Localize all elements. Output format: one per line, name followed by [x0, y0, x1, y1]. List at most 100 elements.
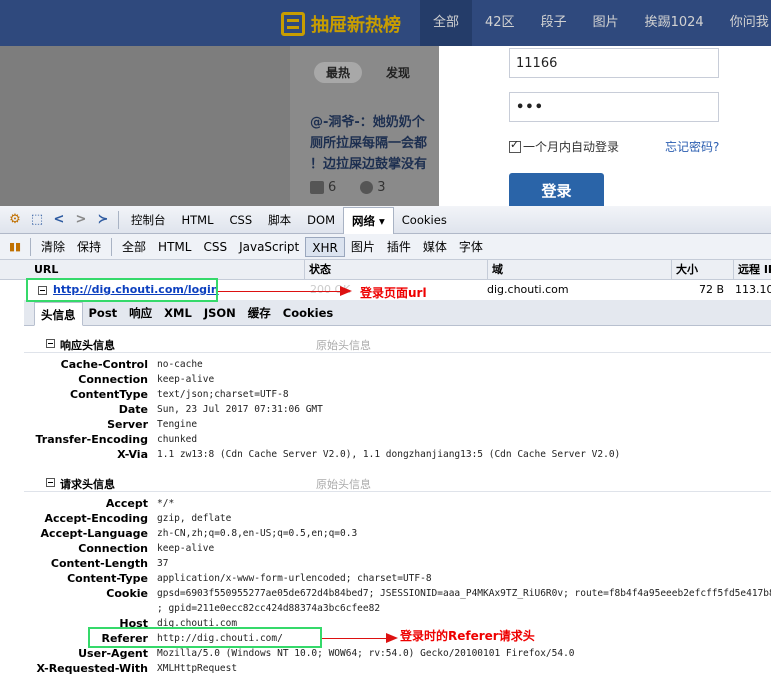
- arrow-head-icon: [340, 286, 352, 296]
- inspect-icon[interactable]: ⬚: [26, 209, 48, 231]
- header-value: Mozilla/5.0 (Windows NT 10.0; WOW64; rv:…: [157, 648, 575, 659]
- firebug-bug-icon[interactable]: ⚙: [4, 209, 26, 231]
- tab-console[interactable]: 控制台: [123, 206, 174, 234]
- detail-tab-cookies[interactable]: Cookies: [277, 301, 339, 325]
- tab-html[interactable]: HTML: [174, 206, 222, 234]
- header-name: User-Agent: [78, 647, 148, 660]
- tab-dom[interactable]: DOM: [299, 206, 343, 234]
- header-row: Cache-Control no-cache: [0, 358, 771, 373]
- col-size[interactable]: 大小: [671, 260, 698, 280]
- header-row: X-Requested-With XMLHttpRequest: [0, 662, 771, 677]
- header-name: X-Requested-With: [36, 662, 148, 675]
- header-row: X-Via 1.1 zw13:8 (Cdn Cache Server V2.0),…: [0, 448, 771, 463]
- request-headers-section[interactable]: 请求头信息 原始头信息: [24, 474, 771, 492]
- filter-media[interactable]: 媒体: [417, 237, 453, 257]
- feed-item-stats: 6 3: [310, 180, 386, 195]
- header-value: gpsd=6903f550955277ae05de672d4b84bed7; J…: [157, 588, 771, 599]
- header-row: Accept-Encoding gzip, deflate: [0, 512, 771, 527]
- collapse-toggle-icon[interactable]: [46, 478, 55, 487]
- filter-css[interactable]: CSS: [197, 237, 233, 257]
- feed-tab-hot[interactable]: 最热: [314, 62, 363, 83]
- header-value: */*: [157, 498, 175, 509]
- xhr-breakpoint-icon[interactable]: ▮▮: [4, 236, 26, 258]
- header-row: Content-Length 37: [0, 557, 771, 572]
- command-line-icon[interactable]: ≻: [92, 209, 114, 231]
- username-input[interactable]: [509, 48, 719, 78]
- filter-plugins[interactable]: 插件: [381, 237, 417, 257]
- filter-html[interactable]: HTML: [152, 237, 197, 257]
- header-name: Accept: [105, 497, 148, 510]
- feed-tab-discover[interactable]: 发现: [374, 62, 422, 83]
- feed-title-line: ！边拉屎边鼓掌没有: [310, 157, 428, 172]
- filter-fonts[interactable]: 字体: [453, 237, 489, 257]
- toolbar-divider: [30, 237, 31, 256]
- col-status[interactable]: 状态: [304, 260, 331, 280]
- remember-me[interactable]: 一个月内自动登录: [509, 138, 619, 155]
- firebug-panel: ⚙ ⬚ < > ≻ 控制台 HTML CSS 脚本 DOM 网络 ▾ Cooki…: [0, 206, 771, 679]
- header-value: XMLHttpRequest: [157, 663, 238, 674]
- header-row: Server Tengine: [0, 418, 771, 433]
- header-row: Date Sun, 23 Jul 2017 07:31:06 GMT: [0, 403, 771, 418]
- remember-checkbox[interactable]: [509, 138, 521, 153]
- persist-button[interactable]: 保持: [71, 237, 107, 257]
- header-value: chunked: [157, 434, 198, 445]
- header-row: ; gpid=211e0ecc82cc424d88374a3bc6cfee82: [0, 602, 771, 617]
- header-name: Content-Length: [50, 557, 148, 570]
- feed-title-line: @-洞爷-：她奶奶个: [310, 115, 425, 130]
- raw-headers-link[interactable]: 原始头信息: [316, 476, 371, 492]
- col-remote-ip[interactable]: 远程 IP: [733, 260, 771, 280]
- header-name: Transfer-Encoding: [35, 433, 148, 446]
- back-icon[interactable]: <: [48, 209, 70, 231]
- header-value: no-cache: [157, 359, 203, 370]
- forgot-password-link[interactable]: 忘记密码?: [665, 138, 719, 155]
- header-row: Content-Type application/x-www-form-urlen…: [0, 572, 771, 587]
- detail-tab-headers[interactable]: 头信息: [34, 302, 83, 326]
- request-ip: 113.107: [735, 283, 771, 296]
- tab-script[interactable]: 脚本: [260, 206, 299, 234]
- header-value: text/json;charset=UTF-8: [157, 389, 289, 400]
- col-domain[interactable]: 域: [487, 260, 503, 280]
- request-domain: dig.chouti.com: [487, 283, 569, 296]
- header-name: Accept-Language: [40, 527, 148, 540]
- header-value: application/x-www-form-urlencoded; chars…: [157, 573, 432, 584]
- filter-js[interactable]: JavaScript: [233, 237, 305, 257]
- detail-tab-xml[interactable]: XML: [158, 301, 198, 325]
- request-detail-tabs: 头信息 Post 响应 XML JSON 缓存 Cookies: [24, 300, 771, 326]
- site-header: 抽屉新热榜 全部 42区 段子 图片 挨踢1024 你问我: [0, 0, 771, 46]
- comment-count[interactable]: 3: [360, 180, 386, 195]
- url-highlight-box: [26, 278, 218, 302]
- request-size: 72 B: [699, 283, 725, 296]
- filter-xhr[interactable]: XHR: [305, 236, 345, 257]
- collapse-toggle-icon[interactable]: [46, 339, 55, 348]
- detail-tab-response[interactable]: 响应: [123, 301, 158, 325]
- header-name: Accept-Encoding: [44, 512, 149, 525]
- tab-cookies[interactable]: Cookies: [394, 206, 455, 234]
- like-count[interactable]: 6: [310, 180, 336, 195]
- clear-button[interactable]: 清除: [35, 237, 71, 257]
- col-url[interactable]: URL: [30, 260, 58, 280]
- detail-tab-cache[interactable]: 缓存: [242, 301, 277, 325]
- tab-network[interactable]: 网络 ▾: [343, 206, 394, 234]
- raw-headers-link[interactable]: 原始头信息: [316, 337, 371, 353]
- login-button[interactable]: 登录: [509, 173, 604, 209]
- filter-all[interactable]: 全部: [116, 237, 152, 257]
- response-headers-section[interactable]: 响应头信息 原始头信息: [24, 335, 771, 353]
- header-row: User-Agent Mozilla/5.0 (Windows NT 10.0; …: [0, 647, 771, 662]
- header-name: Date: [118, 403, 148, 416]
- filter-images[interactable]: 图片: [345, 237, 381, 257]
- header-row: Connection keep-alive: [0, 542, 771, 557]
- like-icon: [310, 181, 324, 194]
- password-input[interactable]: [509, 92, 719, 122]
- header-name: X-Via: [117, 448, 148, 461]
- header-value: 37: [157, 558, 169, 569]
- feed-item-title[interactable]: @-洞爷-：她奶奶个 厕所拉屎每隔一会都 ！边拉屎边鼓掌没有: [310, 112, 450, 175]
- detail-tab-json[interactable]: JSON: [198, 301, 242, 325]
- forward-icon[interactable]: >: [70, 209, 92, 231]
- tab-css[interactable]: CSS: [222, 206, 261, 234]
- header-name: Connection: [78, 373, 148, 386]
- header-value: Tengine: [157, 419, 198, 430]
- detail-tab-post[interactable]: Post: [83, 301, 124, 325]
- feed-title-line: 厕所拉屎每隔一会都: [310, 136, 428, 151]
- toolbar-divider: [111, 237, 113, 256]
- header-row: Cookie gpsd=6903f550955277ae05de672d4b84b…: [0, 587, 771, 602]
